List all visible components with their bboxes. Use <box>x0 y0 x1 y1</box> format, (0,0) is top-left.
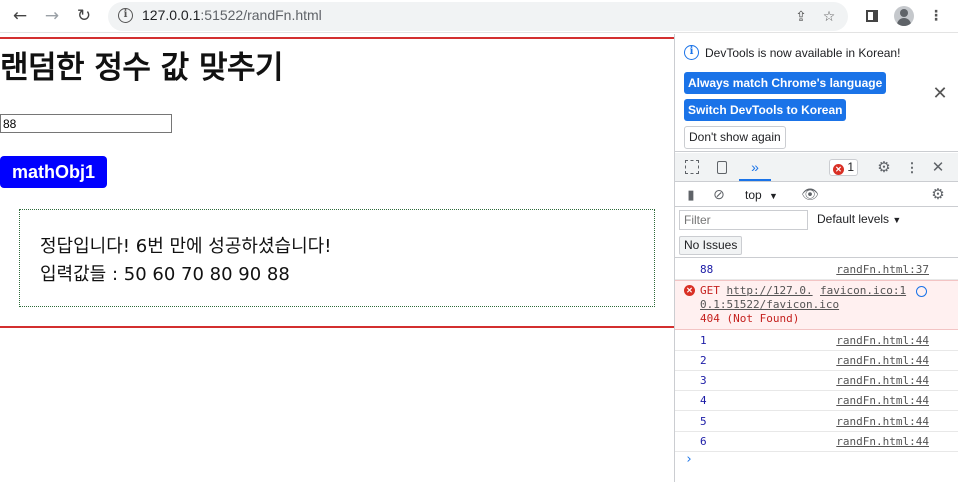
log-value: 1 <box>700 334 707 347</box>
devtools-tabbar: » ✕ 1 ⚙ ⋮ ✕ <box>675 153 958 182</box>
bookmark-star-icon[interactable]: ☆ <box>818 6 840 28</box>
share-icon[interactable]: ⇪ <box>790 6 812 28</box>
log-value: 3 <box>700 374 707 387</box>
dont-show-again-button[interactable]: Don't show again <box>684 126 786 149</box>
context-value: top <box>745 188 762 202</box>
address-url[interactable]: 127.0.0.1:51522/randFn.html <box>142 7 322 23</box>
error-count: 1 <box>847 160 855 174</box>
error-status: 404 (Not Found) <box>700 312 800 325</box>
console-log-row: 1 randFn.html:44 <box>675 331 958 351</box>
log-source-link[interactable]: randFn.html:44 <box>836 334 929 347</box>
mathobj1-button[interactable]: mathObj1 <box>0 156 107 188</box>
log-source-link[interactable]: randFn.html:44 <box>836 374 929 387</box>
page-viewport: 랜덤한 정수 값 맞추기 mathObj1 정답입니다! 6번 만에 성공하셨습… <box>0 34 674 482</box>
log-value: 88 <box>700 263 714 276</box>
console-log-row: 3 randFn.html:44 <box>675 371 958 391</box>
network-request-icon[interactable] <box>916 286 927 297</box>
result-box: 정답입니다! 6번 만에 성공하셨습니다! 입력값들 : 50 60 70 80… <box>19 209 655 307</box>
red-divider-top <box>0 37 674 39</box>
devtools-panel: i DevTools is now available in Korean! A… <box>674 34 958 482</box>
log-value: 5 <box>700 415 707 428</box>
back-arrow-icon[interactable]: ← <box>8 5 32 27</box>
error-message: GET http://127.0. 0.1:51522/favicon.ico 4… <box>700 284 839 326</box>
sidebar-toggle-icon[interactable]: ▮ <box>683 186 699 203</box>
log-source-link[interactable]: randFn.html:44 <box>836 394 929 407</box>
console-log-row: 88 randFn.html:37 <box>675 260 958 280</box>
error-source-link[interactable]: favicon.ico:1 <box>820 284 906 298</box>
switch-to-korean-button[interactable]: Switch DevTools to Korean <box>684 99 847 121</box>
more-tabs-chevron-icon[interactable]: » <box>745 159 765 176</box>
dropdown-arrow-icon: ▼ <box>769 191 778 201</box>
url-host: 127.0.0.1 <box>142 7 201 23</box>
close-devtools-icon[interactable]: ✕ <box>929 159 947 176</box>
console-log-row: 6 randFn.html:44 <box>675 432 958 452</box>
console-settings-gear-icon[interactable]: ⚙ <box>929 186 947 203</box>
close-icon[interactable]: ✕ <box>931 84 949 102</box>
error-count-badge[interactable]: ✕ 1 <box>829 159 859 176</box>
notice-text: DevTools is now available in Korean! <box>705 46 901 60</box>
filter-input[interactable] <box>679 210 808 230</box>
result-input-values: 입력값들 : 50 60 70 80 90 88 <box>40 264 290 285</box>
log-value: 4 <box>700 394 707 407</box>
result-success-message: 정답입니다! 6번 만에 성공하셨습니다! <box>40 236 332 257</box>
context-select[interactable]: top ▼ <box>745 185 778 205</box>
inspect-element-icon[interactable] <box>684 159 700 176</box>
always-match-language-button[interactable]: Always match Chrome's language <box>684 72 887 94</box>
device-toolbar-icon[interactable] <box>711 159 729 176</box>
log-levels-dropdown[interactable]: Default levels ▼ <box>817 212 901 226</box>
address-bar[interactable]: i 127.0.0.1:51522/randFn.html ⇪ ☆ <box>108 2 848 31</box>
info-icon: i <box>684 45 699 60</box>
log-levels-label: Default levels <box>817 212 890 226</box>
log-value: 6 <box>700 435 707 448</box>
log-source-link[interactable]: randFn.html:37 <box>836 263 929 276</box>
error-icon: ✕ <box>684 285 695 296</box>
number-input[interactable] <box>0 114 172 133</box>
log-source-link[interactable]: randFn.html:44 <box>836 354 929 367</box>
page-title: 랜덤한 정수 값 맞추기 <box>0 50 284 86</box>
console-prompt-chevron-icon[interactable]: › <box>685 452 693 467</box>
filter-row: Default levels ▼ <box>675 208 958 232</box>
console-log-row: 2 randFn.html:44 <box>675 351 958 371</box>
active-tab-indicator <box>739 179 771 181</box>
levels-arrow-icon: ▼ <box>892 215 902 225</box>
browser-toolbar: ← → ↻ i 127.0.0.1:51522/randFn.html ⇪ ☆ … <box>0 0 958 33</box>
error-icon: ✕ <box>833 164 844 175</box>
reload-icon[interactable]: ↻ <box>72 5 96 27</box>
chrome-menu-icon[interactable]: ⋮ <box>925 5 947 27</box>
error-url-link[interactable]: http://127.0. <box>727 284 813 297</box>
console-log-row: 4 randFn.html:44 <box>675 391 958 411</box>
site-info-icon[interactable]: i <box>118 8 133 23</box>
console-error-row: ✕ GET http://127.0. 0.1:51522/favicon.ico… <box>675 280 958 330</box>
profile-avatar-icon[interactable] <box>893 5 915 27</box>
forward-arrow-icon[interactable]: → <box>40 5 64 27</box>
red-divider-bottom <box>0 326 674 328</box>
settings-gear-icon[interactable]: ⚙ <box>875 159 893 176</box>
console-toolbar: ▮ ⊘ top ▼ 👁 ⚙ <box>675 183 958 207</box>
console-log-row: 5 randFn.html:44 <box>675 412 958 432</box>
log-value: 2 <box>700 354 707 367</box>
url-path: :51522/randFn.html <box>200 7 322 23</box>
no-issues-button[interactable]: No Issues <box>679 236 743 255</box>
error-url-link-continued[interactable]: 0.1:51522/favicon.ico <box>700 298 839 311</box>
log-source-link[interactable]: randFn.html:44 <box>836 415 929 428</box>
live-expression-eye-icon[interactable]: 👁 <box>800 186 820 203</box>
issues-row: No Issues <box>675 234 958 258</box>
language-notice: i DevTools is now available in Korean! A… <box>675 34 958 152</box>
error-method: GET <box>700 284 720 297</box>
side-panel-icon[interactable] <box>861 5 883 27</box>
devtools-menu-icon[interactable]: ⋮ <box>903 159 921 176</box>
clear-console-icon[interactable]: ⊘ <box>710 186 728 203</box>
log-source-link[interactable]: randFn.html:44 <box>836 435 929 448</box>
